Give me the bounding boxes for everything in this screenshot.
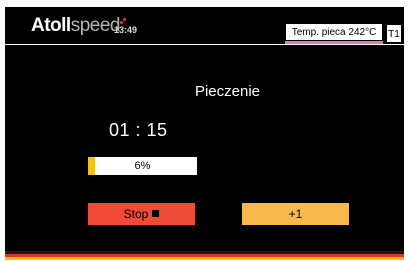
program-name: Pieczenie — [194, 83, 261, 100]
clock: 13:49 — [114, 25, 138, 35]
logo-main: Atoll — [31, 15, 71, 36]
remaining-time: 01 : 15 — [109, 120, 168, 140]
oven-temperature: Temp. pieca 242°C — [285, 23, 383, 41]
stripe-yellow — [5, 257, 404, 260]
tray-indicator[interactable]: T1 — [386, 24, 402, 43]
stop-button[interactable]: Stop — [87, 202, 196, 226]
temperature-underline — [285, 41, 383, 44]
logo-suffix: speed — [70, 15, 121, 36]
brand-logo: Atollspeed — [31, 15, 121, 37]
stop-button-label: Stop — [123, 207, 149, 221]
progress-label: 6% — [134, 160, 151, 172]
oven-screen: Atollspeed 13:49 Temp. pieca 242°C T1 Pi… — [5, 7, 404, 251]
status-dot-icon — [120, 18, 126, 24]
top-bar: Atollspeed 13:49 Temp. pieca 242°C T1 — [5, 7, 404, 45]
add-minute-label: +1 — [288, 207, 303, 221]
progress-bar: 6% — [87, 156, 198, 176]
stop-square-icon — [152, 210, 160, 218]
add-minute-button[interactable]: +1 — [241, 202, 350, 226]
